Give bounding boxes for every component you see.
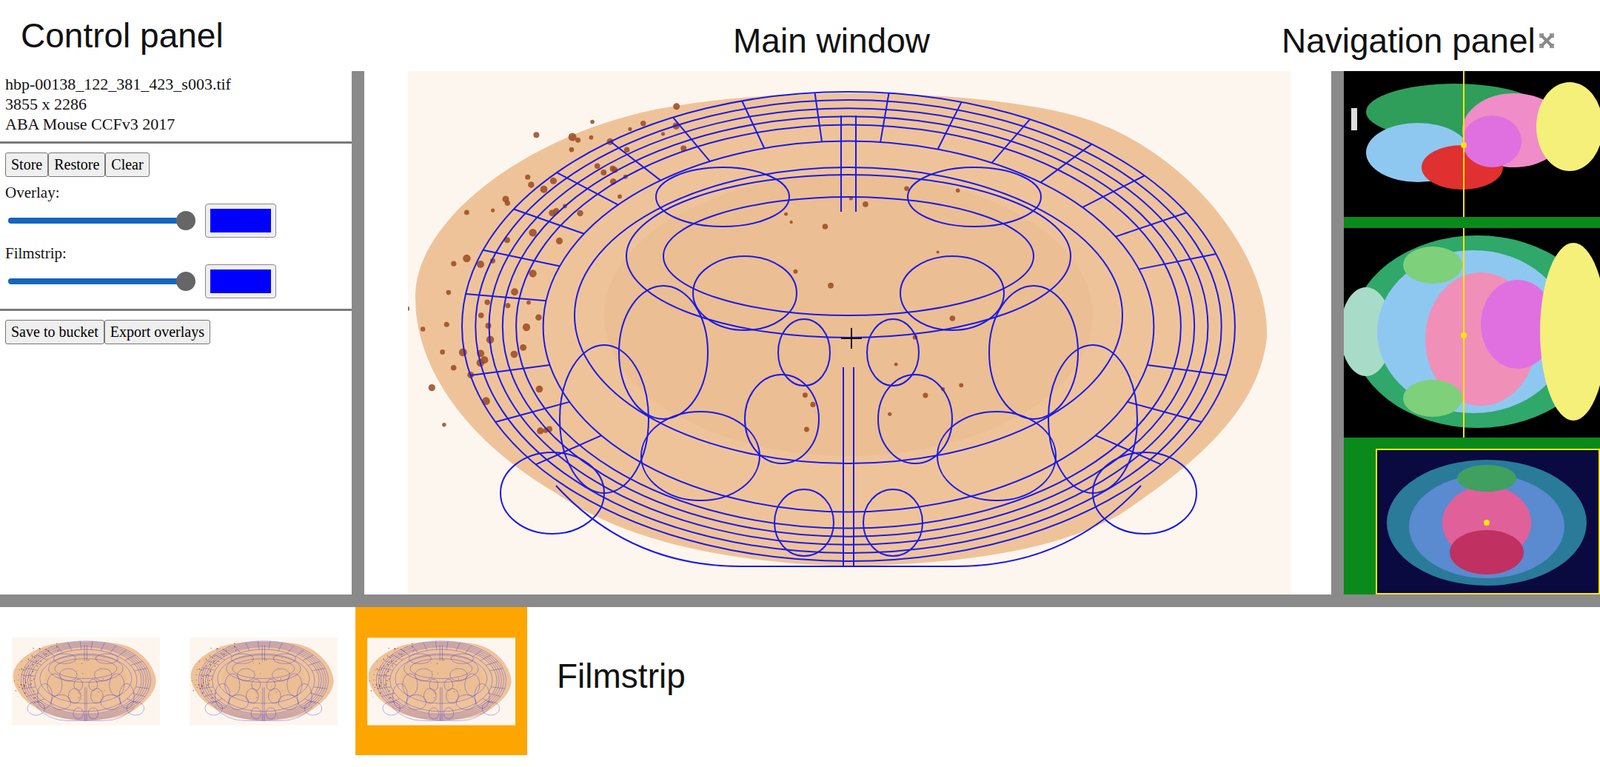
slider-group: Filmstrip: [5, 243, 347, 299]
slider-group: Overlay: [5, 182, 347, 238]
navigation-annotation-cell: Navigation panel [1281, 10, 1600, 61]
slider-row [5, 203, 347, 238]
file-info: hbp-00138_122_381_423_s003.tif3855 x 228… [0, 71, 352, 142]
state-button[interactable]: Restore [48, 152, 106, 177]
color-picker[interactable] [205, 203, 277, 238]
view-divider [1343, 216, 1600, 229]
coronal-view-frame [1343, 448, 1600, 595]
crosshair-icon [841, 327, 862, 349]
export-actions: Save to bucketExport overlays [0, 310, 352, 355]
horizontal-view[interactable] [1343, 228, 1600, 438]
state-button[interactable]: Store [5, 152, 49, 177]
app-screen: Control panel Main window Navigation panel… [0, 0, 1600, 767]
action-button[interactable]: Save to bucket [5, 319, 105, 345]
divider [0, 308, 352, 311]
main-window [364, 71, 1332, 595]
color-swatch [210, 208, 271, 233]
image-size: 3855 x 2286 [5, 94, 347, 115]
opacity-slider[interactable] [8, 278, 186, 285]
sagittal-view[interactable] [1343, 71, 1600, 217]
coronal-view[interactable] [1375, 448, 1600, 595]
filmstrip: Filmstrip [0, 607, 1600, 767]
slider-label: Filmstrip: [5, 243, 347, 263]
filmstrip-item[interactable] [177, 607, 350, 756]
separator [351, 71, 365, 595]
color-picker[interactable] [205, 264, 277, 299]
workspace: hbp-00138_122_381_423_s003.tif3855 x 228… [0, 71, 1600, 595]
control-panel-annotation: Control panel [0, 15, 352, 56]
file-name: hbp-00138_122_381_423_s003.tif [5, 74, 347, 95]
filmstrip-item[interactable] [355, 607, 528, 756]
section-thumbnail [189, 637, 338, 726]
overlay-settings: StoreRestoreClear Overlay: Filmstrip: [0, 143, 352, 309]
slider-fill [8, 217, 186, 224]
filmstrip-annotation: Filmstrip [556, 655, 686, 696]
atlas-name: ABA Mouse CCFv3 2017 [5, 114, 347, 135]
separator [1331, 71, 1344, 595]
brain-section-image[interactable] [407, 71, 1291, 595]
slider-row [5, 264, 347, 299]
close-icon[interactable] [1538, 32, 1555, 49]
opacity-slider[interactable] [8, 217, 186, 224]
color-swatch [210, 269, 271, 294]
filmstrip-item[interactable] [0, 607, 172, 756]
slider-thumb[interactable] [176, 271, 196, 291]
navigation-panel-annotation: Navigation panel [1281, 20, 1536, 61]
divider [0, 141, 352, 144]
section-thumbnail [367, 637, 516, 726]
view-divider [1343, 437, 1600, 449]
annotation-header: Control panel Main window Navigation panel [0, 0, 1600, 72]
section-thumbnail [11, 637, 160, 726]
state-button[interactable]: Clear [105, 152, 149, 177]
navigation-panel [1343, 71, 1600, 595]
separator [0, 594, 1600, 608]
slider-thumb[interactable] [176, 211, 196, 231]
slider-label: Overlay: [5, 182, 347, 203]
action-buttons: Save to bucketExport overlays [5, 319, 347, 345]
control-panel: hbp-00138_122_381_423_s003.tif3855 x 228… [0, 71, 352, 595]
state-buttons: StoreRestoreClear [5, 152, 347, 177]
slider-fill [8, 278, 186, 285]
main-window-annotation: Main window [703, 10, 930, 61]
action-button[interactable]: Export overlays [104, 319, 211, 345]
